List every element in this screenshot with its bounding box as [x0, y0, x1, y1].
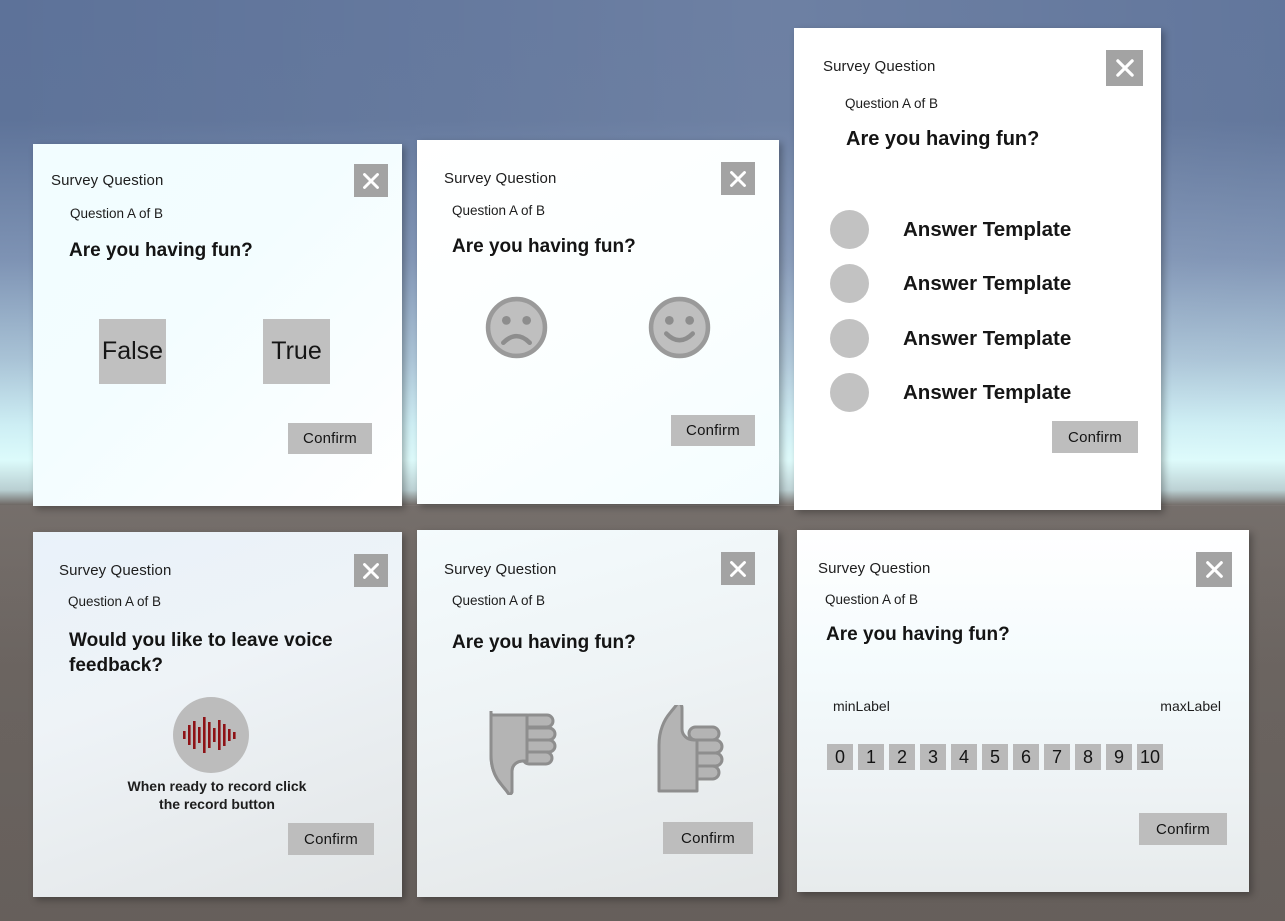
survey-title: Survey Question [444, 170, 557, 187]
scale-option-8[interactable]: 8 [1075, 744, 1101, 770]
survey-title: Survey Question [444, 561, 557, 578]
scale-option-3[interactable]: 3 [920, 744, 946, 770]
survey-title: Survey Question [818, 560, 931, 577]
question-counter: Question A of B [68, 594, 162, 609]
radio-bullet-icon [830, 319, 869, 358]
close-button[interactable] [721, 552, 755, 585]
close-icon [363, 562, 379, 579]
close-button[interactable] [721, 162, 755, 195]
close-button[interactable] [354, 164, 388, 197]
question-counter: Question A of B [825, 592, 919, 607]
close-button[interactable] [354, 554, 388, 587]
answer-option-true[interactable]: True [263, 319, 330, 384]
question-text: Are you having fun? [826, 624, 1010, 645]
answer-option-false[interactable]: False [99, 319, 166, 384]
close-icon [1115, 59, 1134, 77]
question-counter: Question A of B [452, 203, 546, 218]
record-hint-line-2: the record button [159, 795, 275, 812]
answer-label: Answer Template [903, 271, 1072, 295]
scale-option-7[interactable]: 7 [1044, 744, 1070, 770]
thumbs-card: Survey Question Question A of B Are you … [417, 530, 778, 897]
question-text: Are you having fun? [452, 236, 636, 257]
answer-option-thumbs-down[interactable] [483, 710, 559, 800]
confirm-button[interactable]: Confirm [1139, 813, 1227, 845]
answer-option-sad[interactable] [484, 295, 549, 365]
multiple-choice-card: Survey Question Question A of B Are you … [794, 28, 1161, 510]
true-false-card: Survey Question Question A of B Are you … [33, 144, 402, 506]
answer-label: Answer Template [903, 380, 1072, 404]
answer-label: Answer Template [903, 326, 1072, 350]
answer-option-4[interactable]: Answer Template [830, 373, 1071, 412]
answer-option-happy[interactable] [647, 295, 712, 365]
question-text: Are you having fun? [69, 240, 253, 261]
answer-label: Answer Template [903, 217, 1072, 241]
answer-option-3[interactable]: Answer Template [830, 319, 1071, 358]
confirm-button[interactable]: Confirm [671, 415, 755, 446]
record-button[interactable] [173, 697, 249, 773]
question-text: Would you like to leave voice feedback? [69, 630, 333, 677]
survey-title: Survey Question [59, 562, 172, 579]
scale-option-1[interactable]: 1 [858, 744, 884, 770]
close-icon [363, 172, 379, 189]
question-counter: Question A of B [70, 206, 164, 221]
rating-scale-row: 0 1 2 3 4 5 6 7 8 9 10 [827, 744, 1164, 770]
survey-title: Survey Question [51, 172, 164, 189]
close-button[interactable] [1106, 50, 1143, 86]
confirm-button[interactable]: Confirm [663, 822, 753, 854]
record-hint-line-1: When ready to record click [127, 778, 307, 794]
question-counter: Question A of B [452, 593, 546, 608]
smiley-card: Survey Question Question A of B Are you … [417, 140, 779, 504]
rating-scale-card: Survey Question Question A of B Are you … [797, 530, 1249, 892]
confirm-button[interactable]: Confirm [1052, 421, 1138, 453]
confirm-button[interactable]: Confirm [288, 423, 372, 454]
scale-option-5[interactable]: 5 [982, 744, 1008, 770]
survey-title: Survey Question [823, 58, 936, 75]
radio-bullet-icon [830, 373, 869, 412]
close-icon [730, 560, 746, 577]
question-counter: Question A of B [845, 96, 939, 111]
answer-option-2[interactable]: Answer Template [830, 264, 1071, 303]
scale-min-label: minLabel [833, 698, 890, 714]
confirm-button[interactable]: Confirm [288, 823, 374, 855]
question-text: Are you having fun? [846, 128, 1040, 150]
close-button[interactable] [1196, 552, 1232, 587]
thumbs-down-icon [489, 711, 557, 796]
close-icon [730, 170, 746, 187]
radio-bullet-icon [830, 210, 869, 249]
scale-max-label: maxLabel [1160, 698, 1221, 714]
sad-face-icon [485, 296, 548, 359]
scale-option-10[interactable]: 10 [1137, 744, 1164, 770]
radio-bullet-icon [830, 264, 869, 303]
scale-option-0[interactable]: 0 [827, 744, 853, 770]
audio-waveform-icon [183, 717, 236, 753]
scale-option-4[interactable]: 4 [951, 744, 977, 770]
scale-option-2[interactable]: 2 [889, 744, 915, 770]
close-icon [1205, 561, 1223, 578]
question-text: Are you having fun? [452, 632, 636, 653]
voice-feedback-card: Survey Question Question A of B Would yo… [33, 532, 402, 897]
answer-option-thumbs-up[interactable] [649, 701, 725, 800]
scale-option-6[interactable]: 6 [1013, 744, 1039, 770]
happy-face-icon [648, 296, 711, 359]
scale-option-9[interactable]: 9 [1106, 744, 1132, 770]
thumbs-up-icon [657, 701, 724, 793]
answer-option-1[interactable]: Answer Template [830, 210, 1071, 249]
